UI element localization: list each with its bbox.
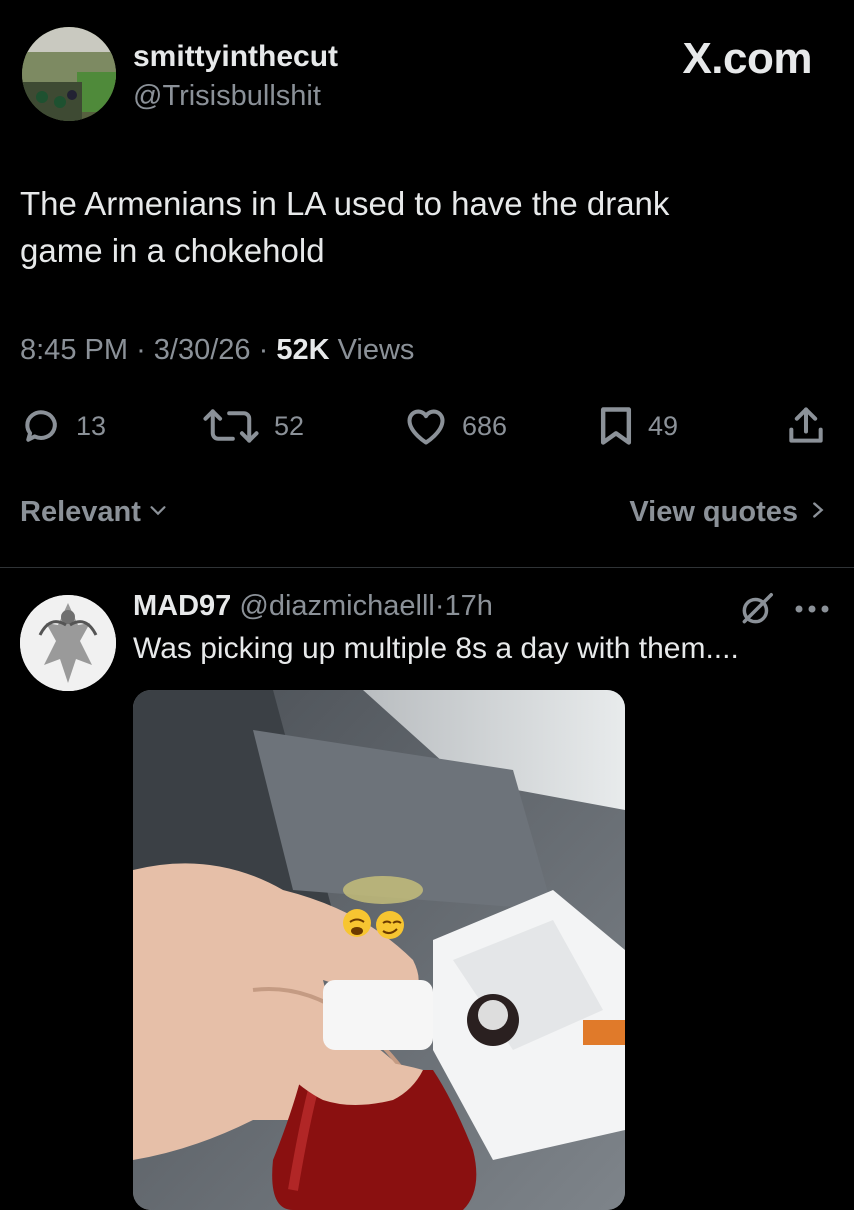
more-icon[interactable] bbox=[793, 602, 833, 620]
relevant-filter[interactable]: Relevant bbox=[20, 496, 169, 529]
bookmark-icon bbox=[596, 404, 636, 448]
bookmark-button[interactable]: 49 bbox=[596, 404, 678, 448]
bottle-photo bbox=[133, 690, 625, 1210]
separator: · bbox=[434, 590, 445, 622]
heart-icon bbox=[402, 404, 450, 448]
tweet-text-line: game in a chokehold bbox=[20, 232, 325, 269]
share-icon bbox=[784, 404, 828, 448]
repost-button[interactable]: 52 bbox=[200, 404, 304, 448]
chevron-right-icon bbox=[808, 496, 828, 529]
share-button[interactable] bbox=[784, 404, 828, 448]
tweet-date[interactable]: 3/30/26 bbox=[154, 334, 251, 366]
statue-photo bbox=[20, 595, 116, 691]
views-count: 52K bbox=[276, 334, 330, 366]
reply-header: MAD97 @diazmichaelll·17h bbox=[133, 590, 493, 623]
author-avatar[interactable] bbox=[22, 27, 116, 121]
view-quotes-label: View quotes bbox=[629, 496, 798, 528]
reply-button[interactable]: 13 bbox=[20, 404, 106, 448]
relevant-label: Relevant bbox=[20, 496, 141, 528]
chevron-down-icon bbox=[147, 496, 169, 529]
separator: · bbox=[136, 334, 154, 366]
tweet-meta: 8:45 PM · 3/30/26 · 52K Views bbox=[20, 334, 414, 367]
repost-count: 52 bbox=[274, 410, 305, 441]
reply-text: Was picking up multiple 8s a day with th… bbox=[133, 632, 739, 665]
divider bbox=[0, 567, 854, 568]
bookmark-count: 49 bbox=[648, 410, 679, 441]
reply-icon bbox=[20, 404, 64, 448]
view-quotes-link[interactable]: View quotes bbox=[629, 496, 828, 529]
reply-author-handle[interactable]: @diazmichaelll bbox=[239, 590, 434, 622]
reply-author-name[interactable]: MAD97 bbox=[133, 590, 231, 622]
author-handle[interactable]: @Trisisbullshit bbox=[133, 80, 321, 113]
separator: · bbox=[258, 334, 277, 366]
author-name[interactable]: smittyinthecut bbox=[133, 40, 338, 74]
tweet-text-line: The Armenians in LA used to have the dra… bbox=[20, 185, 670, 222]
reply-count: 13 bbox=[76, 410, 107, 441]
like-button[interactable]: 686 bbox=[402, 404, 507, 448]
tweet-text: The Armenians in LA used to have the dra… bbox=[20, 180, 820, 274]
x-com-logo: X.com bbox=[682, 34, 812, 83]
tweet-time[interactable]: 8:45 PM bbox=[20, 334, 128, 366]
repost-icon bbox=[200, 404, 262, 448]
stadium-photo bbox=[22, 27, 116, 121]
like-count: 686 bbox=[462, 410, 508, 441]
views-label: Views bbox=[337, 334, 415, 366]
reply-author-avatar[interactable] bbox=[20, 595, 116, 691]
reply-media[interactable]: 😩😏 bbox=[133, 690, 625, 1210]
grok-icon[interactable] bbox=[738, 590, 776, 633]
reply-age[interactable]: 17h bbox=[445, 590, 493, 622]
